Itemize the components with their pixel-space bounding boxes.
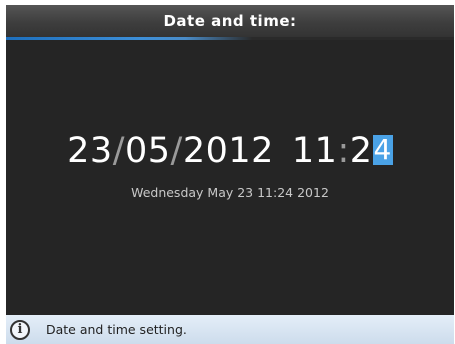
status-text: Date and time setting. xyxy=(46,322,187,337)
year-field[interactable]: 2012 xyxy=(183,131,274,171)
date-separator: / xyxy=(112,131,125,171)
long-date-text: Wednesday May 23 11:24 2012 xyxy=(131,185,329,200)
date-time-screen: Date and time: 23/05/2012 11:24 Wednesday… xyxy=(6,5,454,344)
minute-units-field-selected[interactable]: 4 xyxy=(372,135,393,165)
title-bar: Date and time: xyxy=(6,5,454,37)
title-accent-line xyxy=(6,37,454,40)
info-icon: i xyxy=(10,319,30,340)
time-separator: : xyxy=(337,131,350,171)
day-field[interactable]: 23 xyxy=(67,131,113,171)
page-title: Date and time: xyxy=(163,12,297,30)
minute-tens-field[interactable]: 2 xyxy=(350,131,373,171)
datetime-editor[interactable]: 23/05/2012 11:24 xyxy=(6,131,454,171)
month-field[interactable]: 05 xyxy=(125,131,171,171)
hour-field[interactable]: 11 xyxy=(292,131,338,171)
date-separator: / xyxy=(170,131,183,171)
status-bar: i Date and time setting. xyxy=(6,315,454,344)
